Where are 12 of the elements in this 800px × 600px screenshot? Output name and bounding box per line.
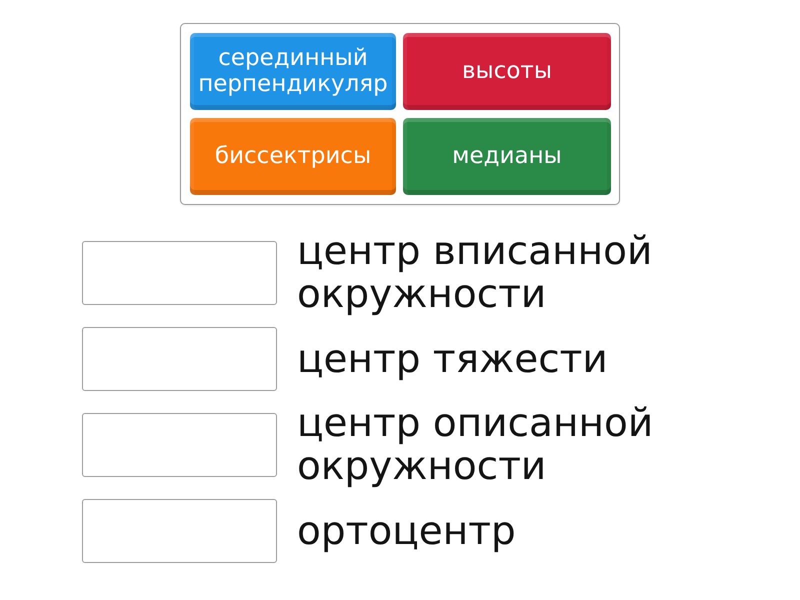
answer-box[interactable] [82,499,277,563]
word-tile[interactable]: серединный перпендикуляр [190,33,396,110]
word-tile[interactable]: биссектрисы [190,118,396,195]
answer-box[interactable] [82,327,277,391]
prompt-text: центр вписанной окружности [297,230,654,316]
answer-box[interactable] [82,413,277,477]
answer-box[interactable] [82,241,277,305]
word-tile[interactable]: высоты [403,33,611,110]
prompt-text: ортоцентр [297,510,517,552]
prompt-text: центр описанной окружности [297,402,654,488]
prompt-text: центр тяжести [297,338,609,380]
word-tile[interactable]: медианы [403,118,611,195]
